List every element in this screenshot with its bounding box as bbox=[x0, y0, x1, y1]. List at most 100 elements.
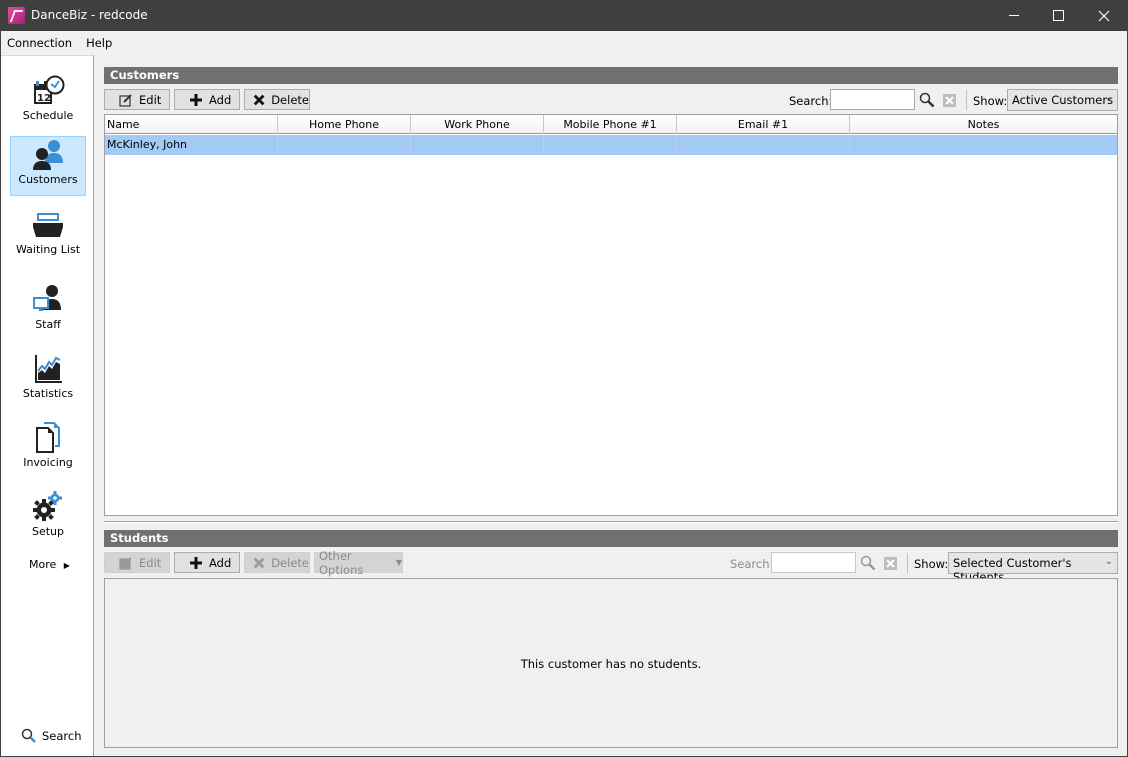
delete-label: Delete bbox=[271, 555, 309, 570]
plus-icon bbox=[190, 556, 202, 569]
delete-label: Delete bbox=[271, 92, 309, 107]
sidebar-item-label: Customers bbox=[18, 173, 78, 186]
plus-icon bbox=[190, 93, 202, 106]
students-edit-button[interactable]: Edit bbox=[104, 552, 170, 573]
customers-delete-button[interactable]: Delete bbox=[244, 89, 310, 110]
sidebar-item-schedule[interactable]: 12 Schedule bbox=[10, 73, 86, 133]
caret-right-icon: ▶ bbox=[63, 561, 70, 570]
customers-table: Name Home Phone Work Phone Mobile Phone … bbox=[104, 114, 1118, 516]
close-icon bbox=[1098, 10, 1110, 21]
toolbar-separator bbox=[907, 553, 908, 573]
cell-notes bbox=[850, 135, 1117, 155]
title-bar: DanceBiz - redcode bbox=[0, 0, 1128, 31]
edit-icon bbox=[119, 93, 132, 107]
edit-icon bbox=[119, 556, 132, 570]
add-label: Add bbox=[209, 92, 232, 107]
more-button[interactable]: More ▶ bbox=[29, 558, 70, 571]
splitter-handle[interactable] bbox=[104, 521, 1118, 523]
more-label: More bbox=[29, 558, 57, 571]
sidebar-item-label: Schedule bbox=[22, 109, 74, 122]
clear-search-icon[interactable] bbox=[884, 557, 897, 570]
search-icon[interactable] bbox=[919, 92, 935, 108]
add-label: Add bbox=[209, 555, 232, 570]
client-area: Connection Help 12 Schedule Customers Wa… bbox=[1, 31, 1127, 756]
sidebar-item-setup[interactable]: Setup bbox=[10, 489, 86, 549]
sidebar-item-label: Waiting List bbox=[15, 243, 81, 256]
customers-icon bbox=[33, 140, 63, 170]
table-row[interactable]: McKinley, John bbox=[105, 135, 1117, 155]
empty-state-message: This customer has no students. bbox=[520, 657, 702, 671]
sidebar-item-label: Statistics bbox=[22, 387, 74, 400]
sidebar-search-label: Search bbox=[42, 728, 82, 743]
menu-help[interactable]: Help bbox=[78, 31, 118, 55]
svg-text:12: 12 bbox=[37, 93, 51, 104]
edit-label: Edit bbox=[139, 92, 162, 107]
maximize-button[interactable] bbox=[1035, 0, 1081, 31]
sidebar-item-staff[interactable]: Staff bbox=[10, 282, 86, 342]
chevron-down-icon: ⌄ bbox=[1104, 556, 1113, 567]
show-select-value: Active Customers bbox=[1012, 93, 1114, 107]
students-list: This customer has no students. bbox=[104, 578, 1118, 748]
students-search-label: Search: bbox=[730, 557, 774, 571]
customers-search-input[interactable] bbox=[830, 89, 915, 110]
documents-icon bbox=[36, 422, 60, 453]
clear-search-icon[interactable] bbox=[943, 94, 956, 107]
column-header-notes[interactable]: Notes bbox=[850, 115, 1117, 134]
staff-icon bbox=[33, 285, 61, 311]
menu-connection[interactable]: Connection bbox=[1, 31, 78, 55]
sidebar-item-invoicing[interactable]: Invoicing bbox=[10, 420, 86, 480]
sidebar-item-waiting-list[interactable]: Waiting List bbox=[10, 207, 86, 267]
menu-bar: Connection Help bbox=[1, 31, 1127, 55]
customers-edit-button[interactable]: Edit bbox=[104, 89, 170, 110]
customers-search-label: Search: bbox=[789, 94, 833, 108]
edit-label: Edit bbox=[139, 555, 162, 570]
x-icon bbox=[253, 557, 265, 568]
search-icon[interactable] bbox=[860, 555, 876, 571]
chart-icon bbox=[35, 355, 62, 383]
app-logo-icon bbox=[8, 7, 25, 24]
students-delete-button[interactable]: Delete bbox=[244, 552, 310, 573]
search-icon bbox=[21, 728, 36, 743]
column-header-work-phone[interactable]: Work Phone bbox=[411, 115, 544, 134]
students-other-options-button[interactable]: Other Options ▼ bbox=[314, 549, 403, 577]
cell-work-phone bbox=[411, 135, 544, 155]
sidebar-item-label: Invoicing bbox=[23, 456, 73, 469]
sidebar-search-button[interactable]: Search bbox=[21, 728, 82, 743]
x-icon bbox=[253, 94, 265, 105]
column-header-email[interactable]: Email #1 bbox=[677, 115, 850, 134]
minimize-icon bbox=[1009, 15, 1019, 16]
cell-email bbox=[677, 135, 850, 155]
customers-show-select[interactable]: Active Customers ⌄ bbox=[1007, 89, 1118, 111]
students-search-input[interactable] bbox=[771, 552, 856, 573]
minimize-button[interactable] bbox=[991, 0, 1037, 31]
cell-home-phone bbox=[278, 135, 411, 155]
sidebar-item-label: Setup bbox=[31, 525, 65, 538]
sidebar: 12 Schedule Customers Waiting List Staff… bbox=[1, 55, 94, 756]
window-title: DanceBiz - redcode bbox=[31, 8, 148, 22]
other-options-label: Other Options bbox=[319, 548, 364, 577]
column-header-name[interactable]: Name bbox=[105, 115, 278, 134]
sidebar-item-customers[interactable]: Customers bbox=[10, 136, 86, 196]
calendar-clock-icon: 12 bbox=[34, 75, 65, 104]
caret-down-icon: ▼ bbox=[395, 558, 402, 567]
basket-icon bbox=[33, 213, 63, 237]
toolbar-separator bbox=[966, 90, 967, 110]
close-button[interactable] bbox=[1081, 0, 1127, 31]
customers-panel-header: Customers bbox=[104, 67, 1118, 84]
students-add-button[interactable]: Add bbox=[174, 552, 240, 573]
students-show-select[interactable]: Selected Customer's Students ⌄ bbox=[948, 552, 1118, 584]
sidebar-item-statistics[interactable]: Statistics bbox=[10, 351, 86, 411]
students-show-label: Show: bbox=[914, 557, 949, 571]
column-header-mobile-phone[interactable]: Mobile Phone #1 bbox=[544, 115, 677, 134]
chevron-down-icon: ⌄ bbox=[1104, 93, 1113, 104]
maximize-icon bbox=[1052, 10, 1064, 21]
customers-show-label: Show: bbox=[973, 94, 1008, 108]
sidebar-item-label: Staff bbox=[35, 318, 61, 331]
students-panel-header: Students bbox=[104, 530, 1118, 547]
customers-add-button[interactable]: Add bbox=[174, 89, 240, 110]
cell-mobile-phone bbox=[544, 135, 677, 155]
table-header: Name Home Phone Work Phone Mobile Phone … bbox=[105, 115, 1117, 134]
column-header-home-phone[interactable]: Home Phone bbox=[278, 115, 411, 134]
cell-name: McKinley, John bbox=[105, 135, 278, 155]
gears-icon bbox=[33, 491, 62, 521]
